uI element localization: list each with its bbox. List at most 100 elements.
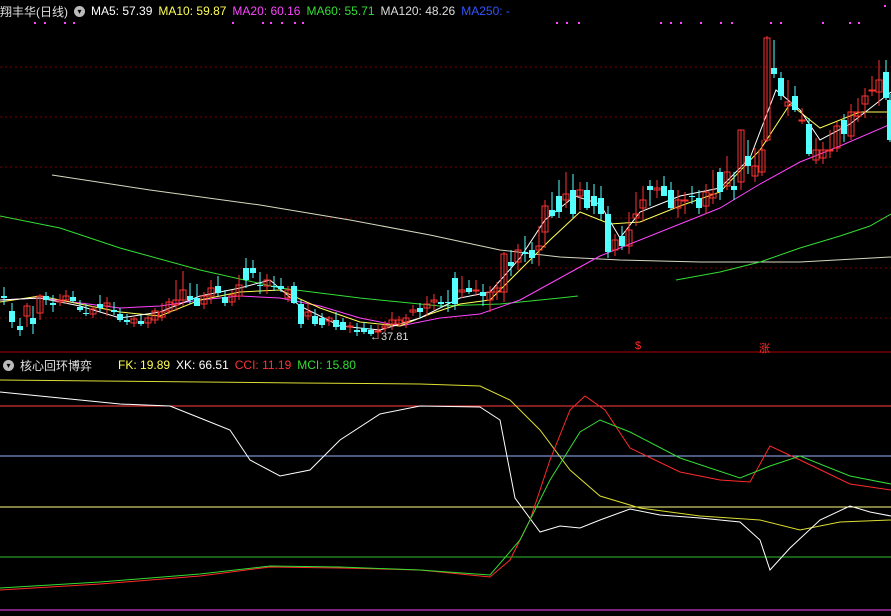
candle-body <box>584 190 590 208</box>
candle-body <box>529 250 535 258</box>
candle-body <box>17 326 23 330</box>
signal-dot <box>720 22 722 24</box>
ma60-label: MA60: 55.71 <box>306 4 375 18</box>
signal-dot <box>884 5 886 7</box>
signal-dot <box>849 22 851 24</box>
candle-body <box>556 196 562 212</box>
signal-marker-zhang: 涨 <box>759 343 770 355</box>
candle-body <box>298 304 304 324</box>
candle-body <box>243 268 249 280</box>
signal-dot <box>281 22 283 24</box>
candle-body <box>689 196 695 197</box>
candle-body <box>438 302 444 304</box>
candle-body <box>647 186 653 190</box>
candle-body <box>319 318 325 325</box>
candle-body <box>668 190 674 208</box>
ma10-line <box>0 103 891 327</box>
candle-body <box>745 156 751 166</box>
signal-dot <box>680 22 682 24</box>
candle-body <box>445 302 451 303</box>
signal-dot <box>660 22 662 24</box>
candle-body <box>111 310 117 312</box>
low-price-label: ←37.81 <box>370 331 409 343</box>
candle-body <box>340 322 346 330</box>
candle-body <box>124 320 130 322</box>
signal-dot <box>44 22 46 24</box>
candle-body <box>480 292 486 296</box>
signal-dot <box>294 22 296 24</box>
ma20-line <box>0 123 891 327</box>
signal-dot <box>578 22 580 24</box>
stock-title: 翔丰华(日线) <box>0 4 68 19</box>
candle-body <box>570 190 576 214</box>
candle-body <box>312 316 318 324</box>
ma5-line <box>0 89 891 331</box>
candle-body <box>215 286 221 293</box>
main-chart-header: 翔丰华(日线) ▾ MA5: 57.39 MA10: 59.87 MA20: 6… <box>0 2 516 20</box>
ma250-label: MA250: - <box>461 4 510 18</box>
indicator-title: 核心回环博弈 <box>20 358 93 373</box>
candle-body <box>117 314 123 320</box>
candle-body <box>333 320 339 327</box>
candle-body <box>472 289 480 292</box>
xk-label: XK: 66.51 <box>176 358 229 372</box>
ma120-label: MA120: 48.26 <box>380 4 456 18</box>
candle-body <box>77 307 83 310</box>
signal-dot <box>73 22 75 24</box>
candle-body <box>591 196 597 206</box>
candle-body <box>250 268 256 273</box>
candle-body <box>508 262 514 266</box>
signal-dot <box>262 22 264 24</box>
candle-body <box>466 288 472 292</box>
candle-body <box>138 321 144 324</box>
candle-body <box>778 78 784 96</box>
chevron-down-icon[interactable]: ▾ <box>74 5 85 17</box>
ma10-label: MA10: 59.87 <box>158 4 227 18</box>
xk-line <box>0 391 891 571</box>
signal-dot <box>34 22 36 24</box>
signal-marker-s: $ <box>635 340 642 352</box>
candle-body <box>883 72 889 98</box>
fk-label: FK: 19.89 <box>118 358 171 372</box>
ma60-line <box>675 213 891 281</box>
cci-label: CCI: 11.19 <box>234 358 292 372</box>
ma20-label: MA20: 60.16 <box>232 4 301 18</box>
candle-body <box>798 119 806 122</box>
candle-body <box>278 286 284 289</box>
signal-dot <box>270 22 272 24</box>
candle-body <box>826 149 834 152</box>
candle-body <box>792 96 798 110</box>
candle-body <box>696 198 702 208</box>
candle-body <box>417 308 423 312</box>
candle-body <box>43 296 49 300</box>
ma5-label: MA5: 57.39 <box>91 4 153 18</box>
signal-dot <box>566 22 568 24</box>
candle-body <box>257 285 263 286</box>
signal-dot <box>822 22 824 24</box>
candle-body <box>452 278 458 304</box>
candle-body <box>731 186 737 190</box>
candle-body <box>887 100 891 140</box>
mci-line <box>0 419 891 589</box>
candle-body <box>50 303 56 305</box>
signal-dot <box>700 22 702 24</box>
candle-body <box>187 296 193 300</box>
candle-body <box>619 236 625 246</box>
signal-dot <box>858 22 860 24</box>
chevron-down-icon[interactable]: ▾ <box>3 359 14 371</box>
candle-body <box>522 252 528 254</box>
candle-body <box>222 297 228 303</box>
signal-dot <box>302 22 304 24</box>
candle-body <box>97 304 103 308</box>
signal-dot <box>780 22 782 24</box>
cci-line <box>0 395 891 591</box>
candle-body <box>194 298 200 306</box>
mci-label: MCI: 15.80 <box>297 358 356 372</box>
candle-body <box>598 198 604 214</box>
candle-body <box>771 68 777 74</box>
candle-body <box>361 328 367 332</box>
sub-chart-header: ▾ 核心回环博弈 FK: 19.89 XK: 66.51 CCI: 11.19 … <box>0 356 362 374</box>
candle-body <box>681 199 689 202</box>
candle-body <box>841 120 847 134</box>
signal-dot <box>770 22 772 24</box>
